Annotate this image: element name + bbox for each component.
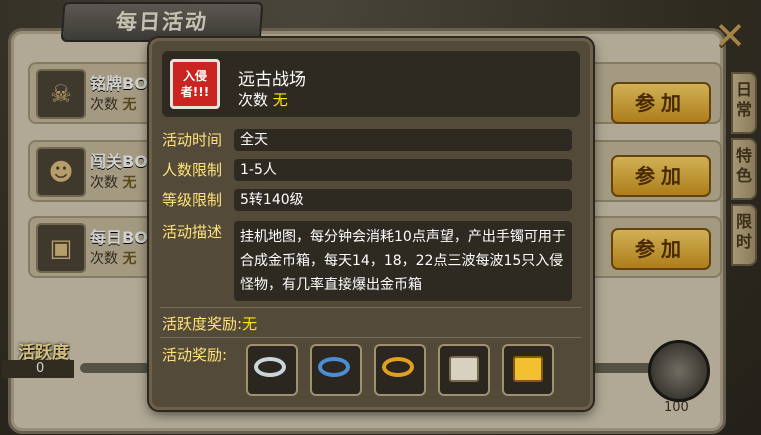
people-label: 人数限制: [162, 161, 223, 179]
gold-bracelet-icon[interactable]: [374, 344, 426, 396]
reward-ring: [254, 357, 286, 377]
blue-bracelet-icon[interactable]: [310, 344, 362, 396]
popup-times: 次数 无: [238, 91, 288, 109]
reward-ring: [382, 357, 414, 377]
active-reward-label: 活跃度奖励:无: [162, 315, 258, 333]
gold-chest-icon[interactable]: [502, 344, 554, 396]
silver-bracelet-icon[interactable]: [246, 344, 298, 396]
invader-icon: 入侵者!!!: [170, 59, 220, 109]
people-value: 1-5人: [234, 159, 572, 181]
desc-value: 挂机地图，每分钟会消耗10点声望，产出手镯可用于合成金币箱，每天14，18，22…: [234, 221, 572, 301]
chest-body: [449, 356, 479, 382]
desc-label: 活动描述: [162, 223, 223, 241]
activity-detail-popup: 入侵者!!! 远古战场 次数 无 活动时间 全天 人数限制 1-5人 等级限制 …: [149, 38, 593, 410]
chest-body: [513, 356, 543, 382]
level-value: 5转140级: [234, 189, 572, 211]
popup-header: 入侵者!!! 远古战场 次数 无: [162, 51, 580, 117]
popup-title: 远古战场: [238, 70, 306, 90]
time-label: 活动时间: [162, 131, 223, 149]
reward-ring: [318, 357, 350, 377]
rewards-label: 活动奖励:: [162, 346, 228, 364]
level-label: 等级限制: [162, 191, 223, 209]
divider: [160, 307, 582, 308]
divider: [160, 337, 582, 338]
time-value: 全天: [234, 129, 572, 151]
silver-chest-icon[interactable]: [438, 344, 490, 396]
